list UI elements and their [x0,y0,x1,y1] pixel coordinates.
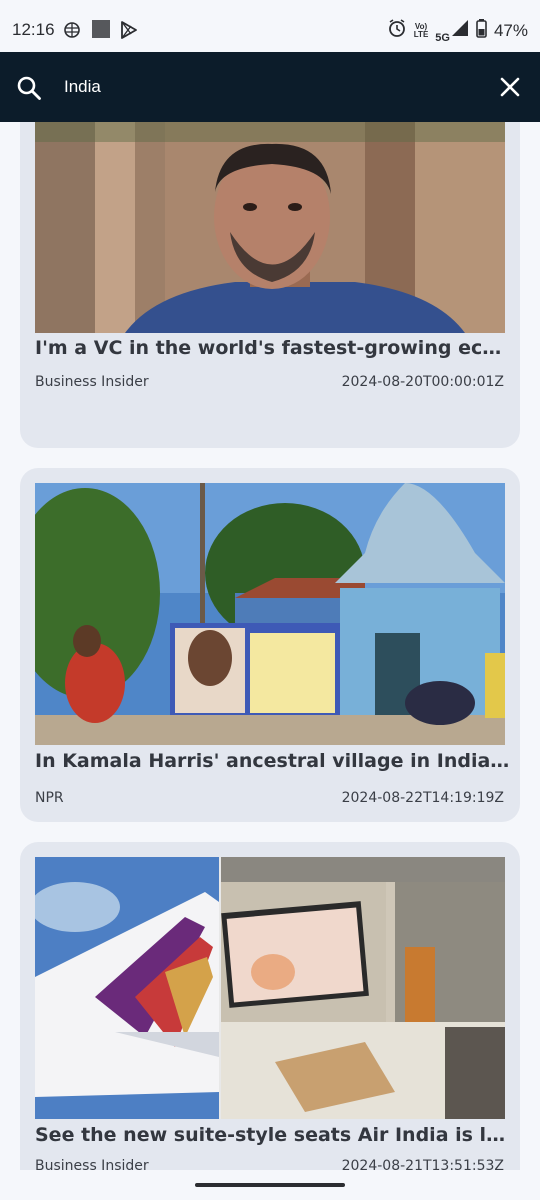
article-source: NPR [35,790,64,806]
signal-group: 5G [435,19,469,44]
article-card[interactable]: See the new suite-style seats Air India … [20,842,520,1170]
search-icon[interactable] [16,75,42,105]
article-feed[interactable]: I'm a VC in the world's fastest-growing … [0,122,540,1170]
article-image[interactable] [35,122,505,333]
status-time: 12:16 [12,20,55,39]
article-image[interactable] [35,857,505,1119]
article-date: 2024-08-20T00:00:01Z [341,374,504,390]
article-card[interactable]: I'm a VC in the world's fastest-growing … [20,122,520,448]
close-icon[interactable] [500,77,520,101]
gesture-handle[interactable] [195,1183,345,1187]
article-image[interactable] [35,483,505,745]
article-source: Business Insider [35,1158,149,1170]
article-title[interactable]: See the new suite-style seats Air India … [35,1124,510,1146]
article-date: 2024-08-21T13:51:53Z [341,1158,504,1170]
article-title[interactable]: I'm a VC in the world's fastest-growing … [35,337,510,359]
signal-5g-label: 5G [435,32,450,44]
article-title[interactable]: In Kamala Harris' ancestral village in I… [35,750,510,772]
alarm-icon [387,18,407,43]
battery-icon [476,18,487,43]
brain-icon [62,20,82,44]
search-bar [0,52,540,122]
battery-percent: 47% [493,20,528,40]
square-icon [92,20,110,42]
network-lte-label: LTE [413,29,429,39]
article-card[interactable]: In Kamala Harris' ancestral village in I… [20,468,520,822]
signal-icon [451,19,469,42]
search-input[interactable] [64,72,464,102]
gesture-nav-area [0,1170,540,1200]
article-source: Business Insider [35,374,149,390]
play-store-icon [120,20,138,44]
status-right-group: Vo) LTE 5G 47% [387,18,528,44]
article-date: 2024-08-22T14:19:19Z [341,790,504,806]
network-type: Vo) LTE [413,22,429,39]
